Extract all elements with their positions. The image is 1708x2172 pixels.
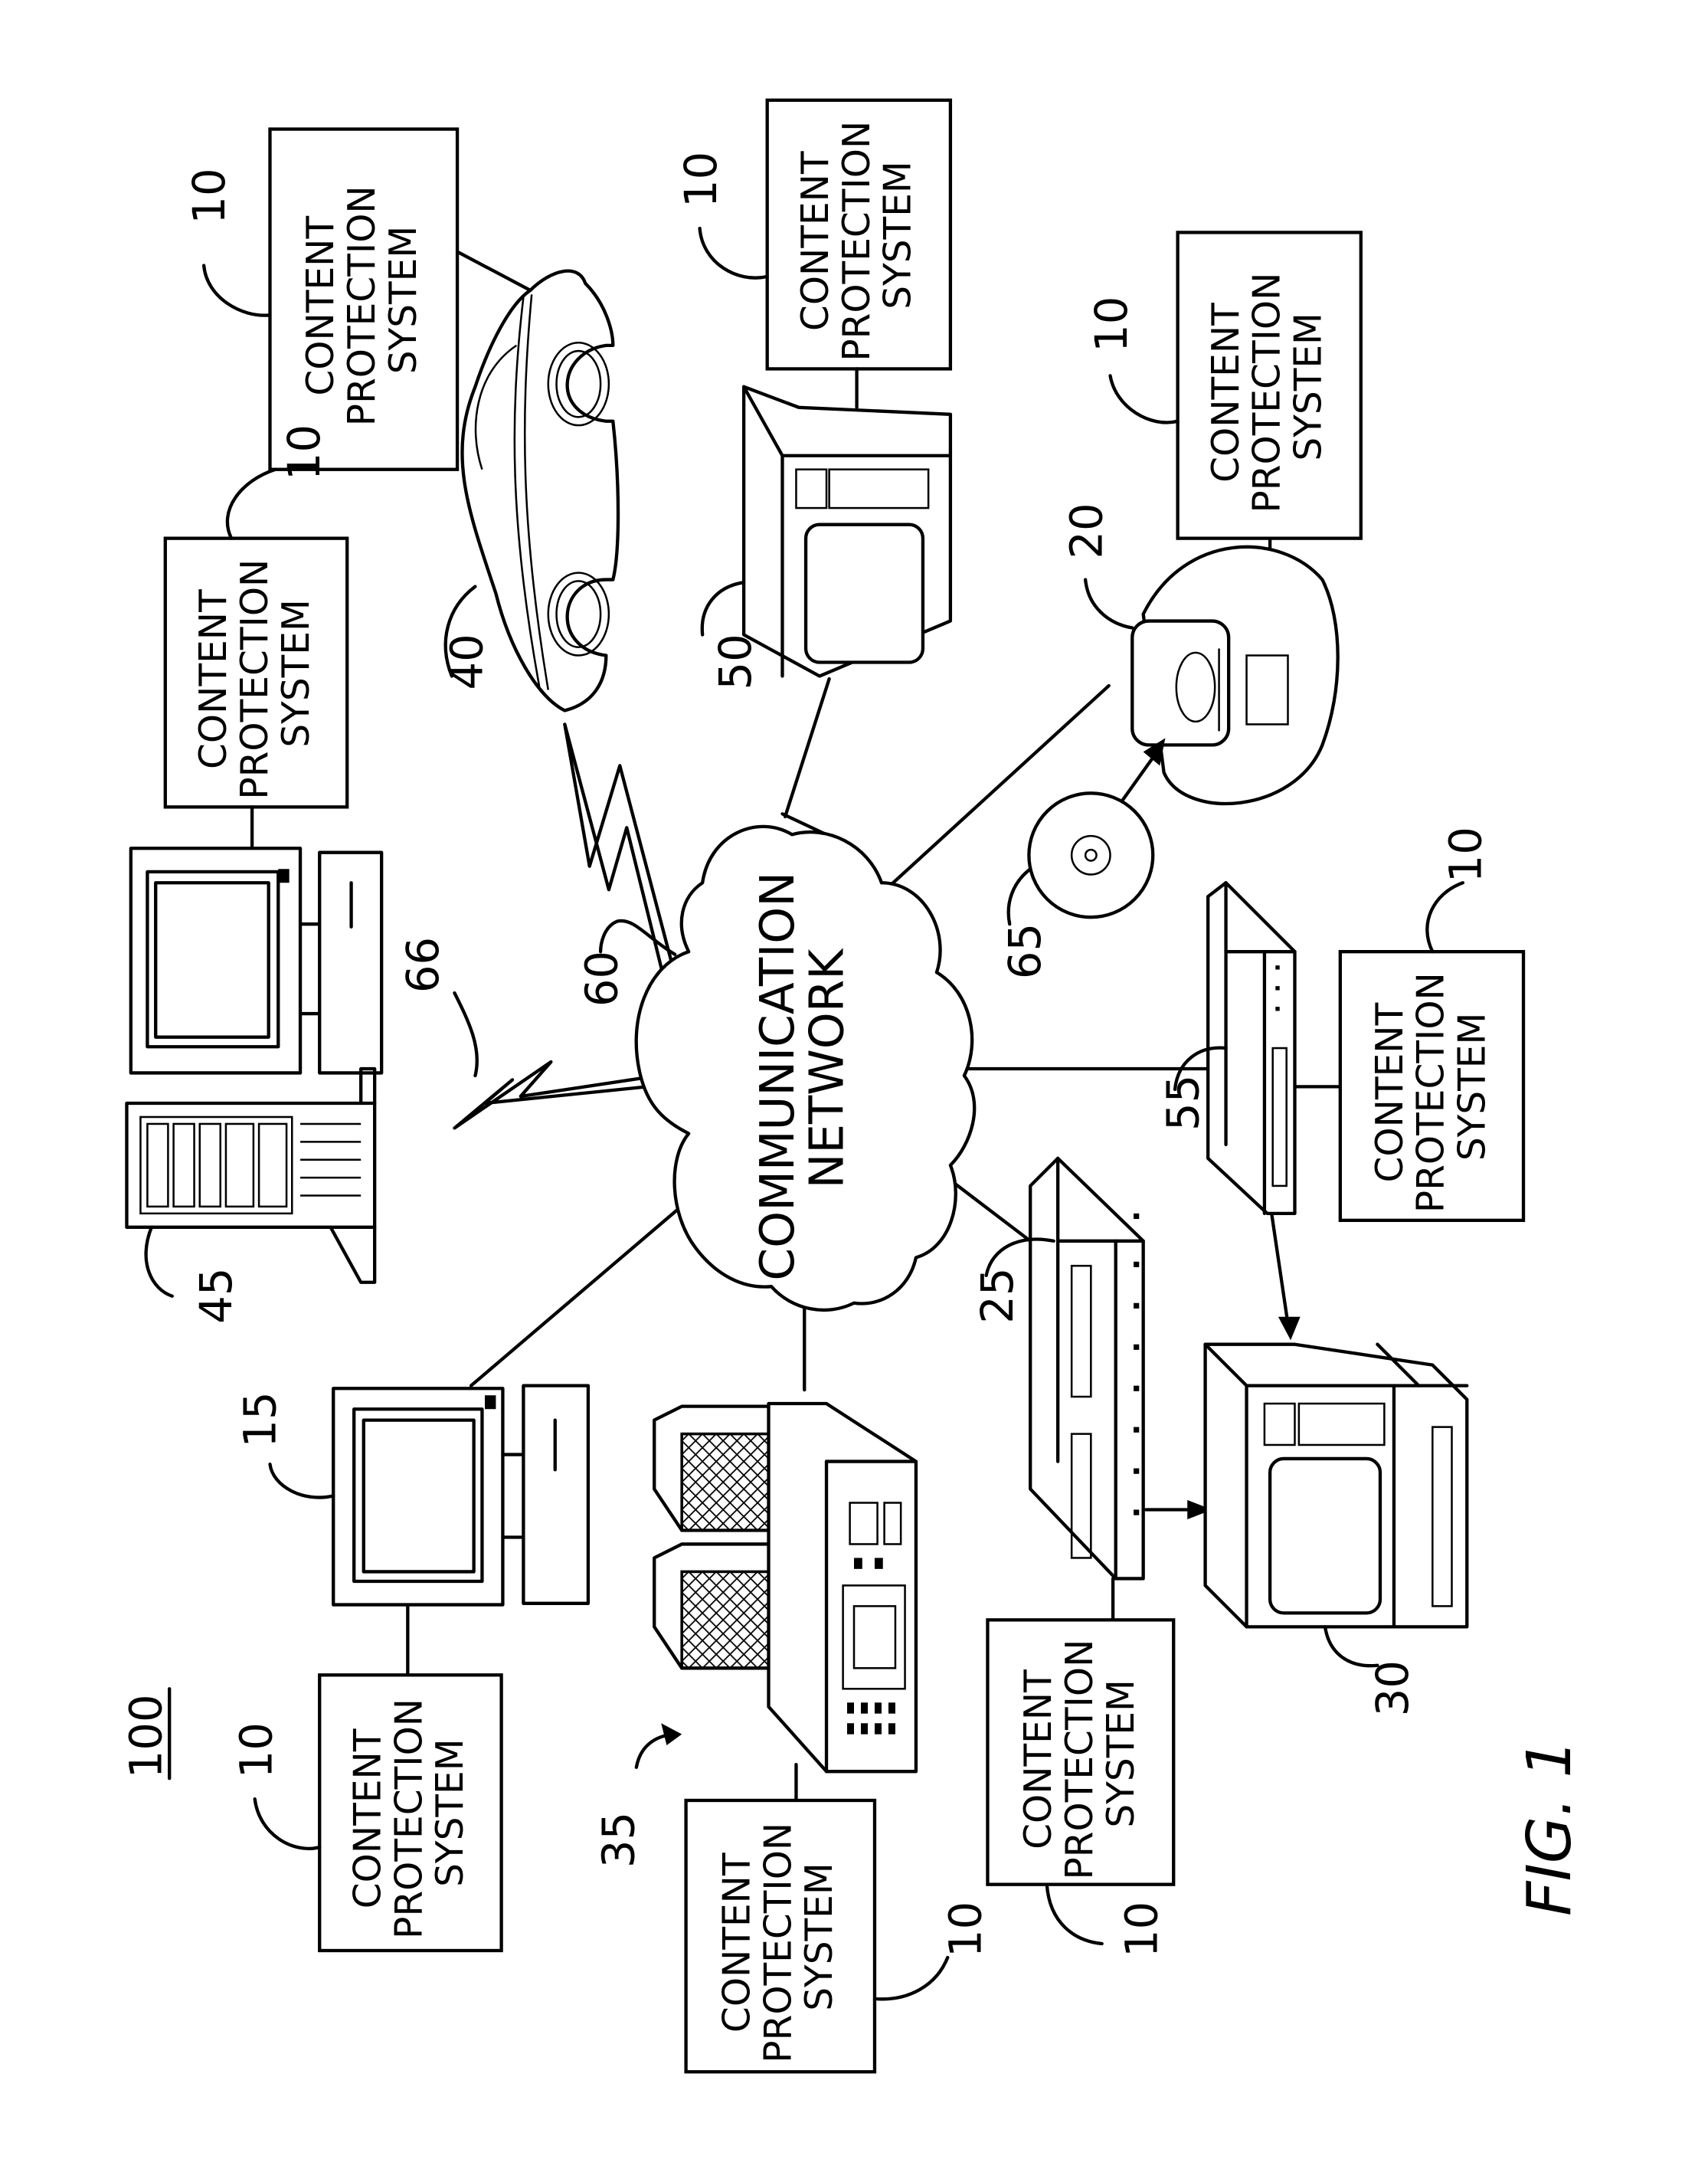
leader-cps-stereo [872,1955,950,2001]
ref-50: 50 [710,634,761,690]
ref-10: 10 [940,1902,991,1957]
leader-50 [700,581,746,637]
cps-line3: SYSTEM [429,1738,472,1887]
cps-line1: CONTENT [346,1728,389,1908]
cps-line1: CONTENT [715,1853,758,2033]
cps-line2: PROTECTION [388,1699,430,1939]
ref-35: 35 [593,1812,644,1868]
cps-line2: PROTECTION [1410,972,1453,1213]
ref-10: 10 [1117,1902,1168,1957]
cps-line1: CONTENT [794,151,837,331]
computer-top-icon[interactable] [129,847,384,1075]
cps-box-settop[interactable]: CONTENT PROTECTION SYSTEM [1338,949,1526,1223]
ref-10: 10 [1086,296,1137,352]
leader-65 [1006,867,1032,926]
server-icon[interactable] [125,1066,377,1284]
leader-cps-top-pc [225,467,277,540]
ref-10: 10 [676,152,727,208]
cps-box-top-pc[interactable]: CONTENT PROTECTION SYSTEM [163,536,349,809]
cps-line3: SYSTEM [1100,1679,1143,1828]
leader-cps-car [202,264,272,317]
communication-network-cloud[interactable]: COMMUNICATION NETWORK [634,824,977,1312]
leader-cps-boombox [1108,374,1180,424]
ref-55: 55 [1158,1075,1209,1131]
tv-50-icon[interactable] [741,385,953,678]
cps-box-car[interactable]: CONTENT PROTECTION SYSTEM [268,127,460,471]
system-ref-100: 100 [120,1694,172,1778]
leader-cps-vcr [1045,1882,1104,1946]
stereo-35-icon[interactable] [653,1401,918,1774]
cps-line3: SYSTEM [877,161,920,310]
cps-line3: SYSTEM [275,599,318,748]
cps-box-pc15[interactable]: CONTENT PROTECTION SYSTEM [318,1673,503,1953]
ref-10: 10 [279,424,330,480]
cps-box-stereo[interactable]: CONTENT PROTECTION SYSTEM [684,1798,877,2074]
leader-cps-pc15 [253,1797,322,1850]
ref-40: 40 [441,634,492,690]
cps-line3: SYSTEM [1288,313,1330,461]
leader-45 [144,1225,174,1298]
cps-line2: PROTECTION [1059,1640,1101,1880]
cps-line1: CONTENT [1369,1002,1412,1182]
leader-cps-tv50 [698,226,769,280]
cps-line3: SYSTEM [1451,1013,1494,1161]
cps-line2: PROTECTION [1246,273,1289,513]
leader-cps-settop [1425,881,1465,954]
leader-15 [268,1462,335,1499]
lightning-server [453,1060,660,1130]
link-tv50-b [783,676,831,819]
ref-10: 10 [231,1722,282,1778]
cps-line3: SYSTEM [798,1862,841,2011]
cps-box-vcr[interactable]: CONTENT PROTECTION SYSTEM [986,1618,1176,1886]
ref-66: 66 [398,937,449,993]
ref-45: 45 [191,1268,242,1324]
network-label-line2: NETWORK [800,948,855,1189]
ref-20: 20 [1062,503,1113,559]
patent-figure: COMMUNICATION NETWORK 60 CONTENT PROTECT… [120,98,1585,2074]
link-cps-car [455,250,532,293]
cps-box-tv50[interactable]: CONTENT PROTECTION SYSTEM [765,98,953,371]
leader-20 [1083,578,1134,630]
ref-60: 60 [577,951,628,1007]
network-label-line1: COMMUNICATION [751,872,805,1281]
leader-66 [453,991,479,1078]
cps-line1: CONTENT [1017,1669,1060,1849]
cps-line1: CONTENT [1205,303,1248,483]
cps-line3: SYSTEM [382,226,425,375]
ref-25: 25 [972,1268,1023,1324]
figure-label: FIG. 1 [1514,1739,1585,1916]
cps-line2: PROTECTION [341,185,384,426]
boombox-20-icon[interactable] [1130,545,1340,806]
cps-line2: PROTECTION [757,1823,800,2063]
link-computer [469,1201,688,1387]
cps-line2: PROTECTION [836,121,879,362]
computer-15-icon[interactable] [332,1384,591,1607]
cps-line2: PROTECTION [234,559,276,800]
tv-30-icon[interactable] [1203,1342,1469,1629]
cps-line1: CONTENT [299,216,342,396]
ref-15: 15 [235,1391,286,1447]
ref-65: 65 [1000,923,1051,979]
ref-10: 10 [1440,827,1491,883]
ref-30: 30 [1367,1660,1418,1716]
cps-line1: CONTENT [192,589,235,769]
cps-box-boombox[interactable]: CONTENT PROTECTION SYSTEM [1176,231,1363,540]
ref-10: 10 [184,168,235,224]
disc-65-icon[interactable] [1027,791,1155,919]
vcr-25-icon[interactable] [1029,1156,1145,1581]
